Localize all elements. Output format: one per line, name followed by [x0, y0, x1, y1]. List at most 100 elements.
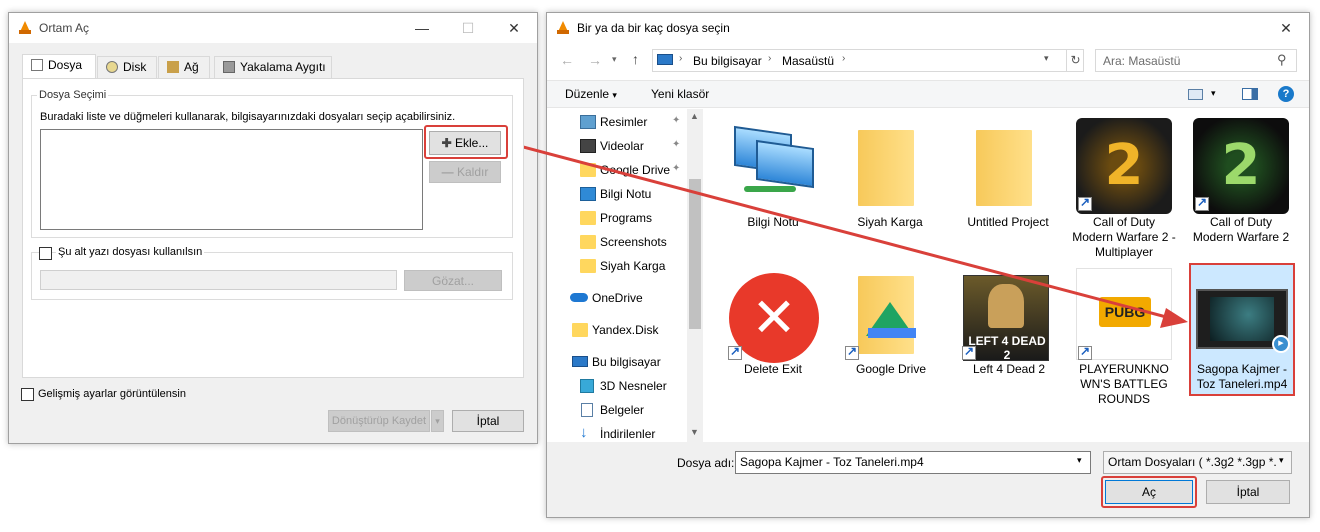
- subtitle-path-field[interactable]: [40, 270, 397, 290]
- file-item-bilgi-notu[interactable]: [720, 116, 826, 256]
- scroll-up-arrow-icon[interactable]: ▲: [690, 111, 699, 121]
- shortcut-arrow-icon: [962, 344, 976, 360]
- remove-button[interactable]: — Kaldır: [429, 161, 501, 183]
- sidebar-item-resimler[interactable]: Resimler: [600, 115, 647, 129]
- shortcut-arrow-icon: [1078, 344, 1092, 360]
- close-button[interactable]: ✕: [491, 13, 537, 43]
- picker-titlebar: Bir ya da bir kaç dosya seçin ✕: [547, 13, 1309, 43]
- file-label-video: Sagopa Kajmer - Toz Taneleri.mp4: [1196, 362, 1288, 391]
- sidebar-scrollbar[interactable]: ▲ ▼: [687, 109, 703, 442]
- advanced-checkbox-label: Gelişmiş ayarlar görüntülensin: [38, 388, 186, 400]
- google-drive-folder-icon[interactable]: [858, 276, 916, 354]
- view-mode-icon[interactable]: [1188, 89, 1203, 100]
- file-list[interactable]: [40, 129, 423, 230]
- help-icon[interactable]: ?: [1278, 86, 1294, 102]
- folder-icon: [572, 323, 588, 337]
- sidebar-item-programs[interactable]: Programs: [600, 211, 652, 225]
- sidebar-item-yandex[interactable]: Yandex.Disk: [592, 323, 658, 337]
- video-thumbnail: [1210, 297, 1274, 341]
- crumb-this-pc[interactable]: Bu bilgisayar: [693, 54, 762, 68]
- refresh-icon[interactable]: ↻: [1066, 50, 1084, 71]
- scroll-down-arrow-icon[interactable]: ▼: [690, 427, 699, 437]
- view-chevron-icon[interactable]: ▾: [1211, 88, 1216, 99]
- pubg-logo-icon: PUBG: [1099, 297, 1151, 327]
- sidebar-item-3d[interactable]: 3D Nesneler: [600, 379, 667, 393]
- search-icon: ⚲: [1277, 52, 1287, 67]
- file-label-google-drive: Google Drive: [855, 362, 927, 376]
- tab-yakalama-label: Yakalama Aygıtı: [240, 60, 326, 74]
- maximize-button[interactable]: ☐: [445, 13, 491, 43]
- scroll-thumb[interactable]: [689, 179, 701, 329]
- new-folder-button[interactable]: Yeni klasör: [651, 87, 709, 101]
- l4d2-hand-icon: [988, 284, 1024, 328]
- folder-icon: [580, 235, 596, 249]
- sidebar-item-onedrive[interactable]: OneDrive: [592, 291, 643, 305]
- tab-dosya[interactable]: Dosya: [22, 54, 96, 78]
- file-label-l4d2: Left 4 Dead 2: [972, 362, 1046, 376]
- cube-icon: [580, 379, 594, 393]
- disc-icon: [106, 61, 118, 73]
- advanced-checkbox[interactable]: [21, 388, 34, 401]
- file-label-pubg: PLAYERUNKNOWN'S BATTLEGROUNDS: [1079, 362, 1169, 406]
- filetype-select[interactable]: Ortam Dosyaları ( *.3g2 *.3gp *.: [1103, 451, 1292, 474]
- folder-icon[interactable]: [976, 130, 1032, 206]
- folder-icon: [580, 211, 596, 225]
- computer-icon: [572, 356, 588, 367]
- shortcut-arrow-icon: [845, 344, 859, 360]
- filename-dropdown-icon[interactable]: ▾: [1077, 455, 1082, 466]
- address-dropdown-icon[interactable]: ▾: [1044, 53, 1049, 64]
- organize-button[interactable]: Düzenle ▾: [565, 87, 617, 101]
- convert-dropdown-arrow[interactable]: ▾: [431, 410, 444, 432]
- sidebar-item-videolar[interactable]: Videolar: [600, 139, 644, 153]
- video-file-icon[interactable]: ▶: [1196, 289, 1290, 353]
- history-chevron-icon[interactable]: ▾: [612, 54, 617, 65]
- folder-icon[interactable]: [858, 130, 914, 206]
- tab-ag[interactable]: Ağ: [158, 56, 210, 78]
- sidebar-item-bilgi-notu[interactable]: Bilgi Notu: [600, 187, 651, 201]
- subtitle-checkbox[interactable]: [39, 247, 52, 260]
- sidebar-item-belgeler[interactable]: Belgeler: [600, 403, 644, 417]
- shortcut-arrow-icon: [1195, 195, 1209, 211]
- filetype-dropdown-icon[interactable]: ▾: [1279, 455, 1284, 466]
- pictures-icon: [580, 115, 596, 129]
- documents-icon: [581, 403, 593, 417]
- picker-cone-icon: [557, 21, 569, 34]
- network-icon: [167, 61, 179, 73]
- open-button[interactable]: Aç: [1105, 480, 1193, 504]
- forward-arrow-icon[interactable]: →: [588, 52, 602, 68]
- tab-yakalama[interactable]: Yakalama Aygıtı: [214, 56, 332, 78]
- convert-button[interactable]: Dönüştürüp Kaydet: [328, 410, 430, 432]
- crumb-separator-icon: ›: [679, 53, 683, 64]
- delete-icon[interactable]: ✕: [729, 273, 819, 363]
- minimize-button[interactable]: —: [399, 13, 445, 43]
- folder-icon: [580, 163, 596, 177]
- file-selection-title: Dosya Seçimi: [37, 89, 109, 101]
- picker-close-button[interactable]: ✕: [1263, 13, 1309, 43]
- back-arrow-icon[interactable]: ←: [560, 52, 574, 68]
- vlc-window-title: Ortam Aç: [39, 21, 90, 35]
- sidebar-item-screenshots[interactable]: Screenshots: [600, 235, 667, 249]
- picker-cancel-button[interactable]: İptal: [1206, 480, 1290, 504]
- videos-icon: [580, 139, 596, 153]
- crumb-desktop[interactable]: Masaüstü: [782, 54, 834, 68]
- file-label-delete-exit: Delete Exit: [743, 362, 803, 376]
- vlc-cancel-button[interactable]: İptal: [452, 410, 524, 432]
- sidebar-item-siyah-karga[interactable]: Siyah Karga: [600, 259, 665, 273]
- filename-label: Dosya adı:: [677, 456, 735, 470]
- minus-icon: —: [441, 165, 454, 179]
- sidebar-item-google-drive[interactable]: Google Drive: [600, 163, 670, 177]
- picker-title: Bir ya da bir kaç dosya seçin: [577, 21, 730, 35]
- vlc-titlebar: Ortam Aç — ☐ ✕: [9, 13, 537, 43]
- pin-icon: ✦: [672, 139, 681, 150]
- preview-pane-icon[interactable]: [1242, 88, 1258, 100]
- filename-field[interactable]: Sagopa Kajmer - Toz Taneleri.mp4: [735, 451, 1091, 474]
- tab-ag-label: Ağ: [184, 60, 199, 74]
- subtitle-checkbox-label: Şu alt yazı dosyası kullanılsın: [56, 246, 205, 258]
- sidebar-item-indirilenler[interactable]: İndirilenler: [600, 427, 655, 441]
- sidebar-item-this-pc[interactable]: Bu bilgisayar: [592, 355, 661, 369]
- tab-dosya-label: Dosya: [48, 58, 83, 72]
- tab-disk[interactable]: Disk: [97, 56, 157, 78]
- up-arrow-icon[interactable]: ↑: [632, 51, 639, 67]
- computers-icon: [756, 139, 814, 189]
- browse-button[interactable]: Gözat...: [404, 270, 502, 291]
